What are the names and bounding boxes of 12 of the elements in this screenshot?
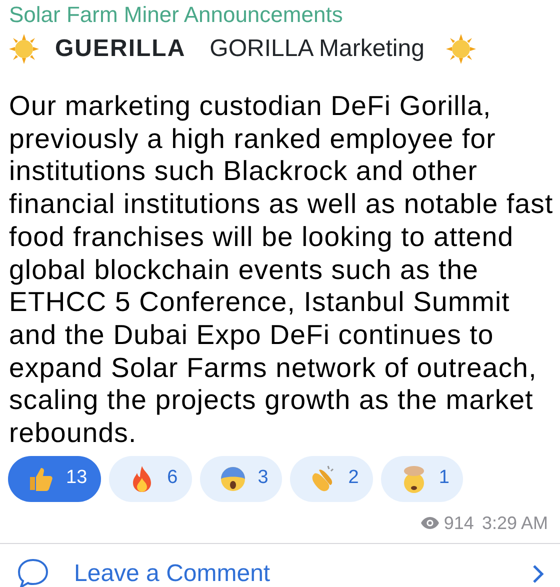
comment-link[interactable]: Leave a Comment <box>74 556 270 587</box>
reaction-button[interactable]: 13 <box>8 456 102 502</box>
view-count: 914 <box>444 512 474 535</box>
post-time: 3:29 AM <box>482 512 548 535</box>
logo-text: GUERILLA <box>55 34 186 64</box>
post-title: GORILLA Marketing <box>210 34 424 64</box>
post-text: Our marketing custodian DeFi Gorilla, previously a high ranked employee for institutions such Blackrock and other financial institutions as well as notable fast food franchises will be looking to attend global blockchain events such as the ETHCC 5 Conference, Istanbul Summit and the Dubai Expo DeFi continues to expand Solar Farms network of outreach, scaling the projects growth as the market rebounds. <box>8 89 554 450</box>
reaction-button[interactable]: 2 <box>290 456 373 502</box>
channel-name: Solar Farm Miner Announcements <box>8 1 344 28</box>
reaction-button[interactable]: 6 <box>109 456 192 502</box>
reaction-button[interactable]: 1 <box>380 456 464 502</box>
reaction-button[interactable]: 3 <box>200 456 282 502</box>
